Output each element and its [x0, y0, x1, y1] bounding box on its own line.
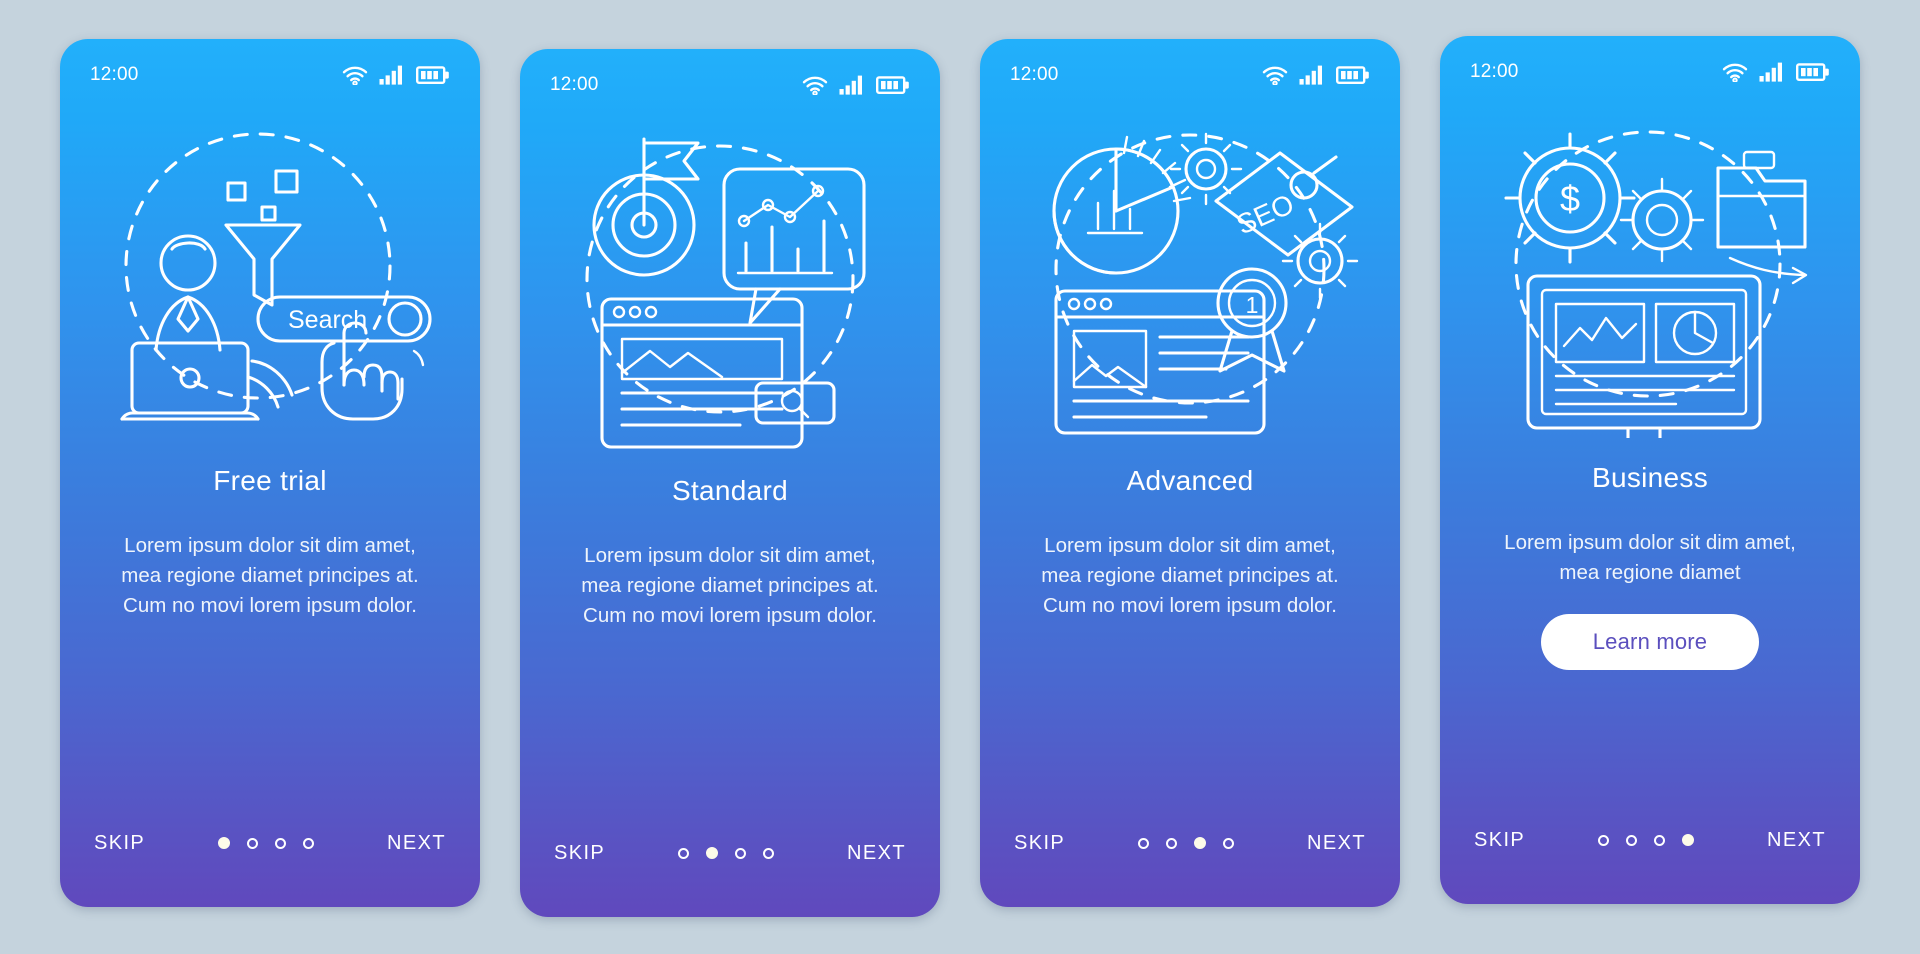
pagination-dot[interactable] [763, 847, 775, 859]
phone-advanced: 12:00 SEO 1 Advanced Lorem ipsum dolor s… [972, 31, 1408, 915]
cellular-signal-icon [839, 75, 862, 95]
text-block: Advanced Lorem ipsum dolor sit dim amet,… [980, 451, 1400, 779]
page-title: Advanced [1126, 465, 1254, 496]
status-bar: 12:00 [60, 39, 480, 97]
page-title: Business [1591, 462, 1708, 493]
pagination-dot[interactable] [218, 837, 231, 849]
pagination-dot[interactable] [1166, 837, 1178, 849]
learn-more-button[interactable]: Learn more [1540, 614, 1760, 670]
battery-icon [876, 76, 909, 94]
footer-nav: SKIP NEXT [520, 789, 940, 917]
illustration-search-label: Search [288, 306, 367, 334]
screen-business: 12:00 $ Business Lorem ipsum dolor sit d… [1440, 36, 1860, 904]
status-icon-group [1722, 62, 1830, 82]
cellular-signal-icon [1759, 62, 1782, 82]
battery-icon [1336, 66, 1369, 84]
footer-nav: SKIP NEXT [980, 779, 1400, 907]
illustration-business-dashboard: $ [1440, 94, 1860, 448]
pagination-dot[interactable] [1138, 837, 1150, 849]
pagination-dot[interactable] [1626, 834, 1638, 846]
wifi-icon [1262, 66, 1288, 85]
page-title: Free trial [213, 465, 327, 496]
illustration-dollar-label: $ [1560, 178, 1580, 219]
cellular-signal-icon [1299, 65, 1322, 85]
next-button[interactable]: NEXT [1767, 829, 1826, 852]
pagination-dots [1138, 837, 1235, 849]
illustration-seo-label: SEO [1232, 188, 1299, 240]
pagination-dots [678, 847, 775, 859]
footer-nav: SKIP NEXT [1440, 776, 1860, 904]
status-icon-group [802, 75, 910, 95]
page-description: Lorem ipsum dolor sit dim amet, mea regi… [581, 544, 879, 627]
status-bar: 12:00 [980, 39, 1400, 97]
page-description: Lorem ipsum dolor sit dim amet, mea regi… [121, 534, 419, 617]
skip-button[interactable]: SKIP [1014, 832, 1065, 855]
wifi-icon [342, 66, 368, 85]
screen-advanced: 12:00 SEO 1 Advanced Lorem ipsum dolor s… [980, 39, 1400, 907]
wifi-icon [1722, 63, 1748, 82]
pagination-dots [218, 837, 315, 849]
page-description: Lorem ipsum dolor sit dim amet, mea regi… [1504, 531, 1796, 584]
screen-standard: 12:00 Standard Lorem ipsum dolor sit dim… [520, 49, 940, 917]
phone-standard: 12:00 Standard Lorem ipsum dolor sit dim… [512, 41, 948, 925]
next-button[interactable]: NEXT [1307, 832, 1366, 855]
text-block: Free trial Lorem ipsum dolor sit dim ame… [60, 451, 480, 779]
wifi-icon [802, 76, 828, 95]
phone-business: 12:00 $ Business Lorem ipsum dolor sit d… [1432, 28, 1868, 912]
status-bar: 12:00 [520, 49, 940, 107]
cellular-signal-icon [379, 65, 402, 85]
battery-icon [416, 66, 449, 84]
phone-free-trial: 12:00 Search Free trial Lorem ipsum dolo… [52, 31, 488, 915]
skip-button[interactable]: SKIP [94, 832, 145, 855]
pagination-dot[interactable] [678, 847, 690, 859]
text-block: Business Lorem ipsum dolor sit dim amet,… [1440, 448, 1860, 776]
text-block: Standard Lorem ipsum dolor sit dim amet,… [520, 461, 940, 789]
pagination-dot[interactable] [1654, 834, 1666, 846]
page-title: Standard [671, 475, 789, 506]
status-clock: 12:00 [550, 74, 599, 95]
onboarding-screens-stage: 12:00 Search Free trial Lorem ipsum dolo… [0, 0, 1920, 954]
pagination-dot[interactable] [275, 837, 287, 849]
pagination-dots [1598, 834, 1695, 846]
pagination-dot[interactable] [1194, 837, 1207, 849]
status-bar: 12:00 [1440, 36, 1860, 94]
next-button[interactable]: NEXT [847, 842, 906, 865]
next-button[interactable]: NEXT [387, 832, 446, 855]
pagination-dot[interactable] [303, 837, 315, 849]
pagination-dot[interactable] [247, 837, 259, 849]
status-clock: 12:00 [1470, 61, 1519, 82]
status-icon-group [1262, 65, 1370, 85]
illustration-badge-number: 1 [1246, 292, 1259, 318]
skip-button[interactable]: SKIP [1474, 829, 1525, 852]
footer-nav: SKIP NEXT [60, 779, 480, 907]
status-clock: 12:00 [90, 64, 139, 85]
illustration-seo-analytics: SEO 1 [980, 97, 1400, 451]
page-description: Lorem ipsum dolor sit dim amet, mea regi… [1041, 534, 1339, 617]
pagination-dot[interactable] [735, 847, 747, 859]
battery-icon [1796, 63, 1829, 81]
illustration-target-chart-browser [520, 107, 940, 461]
pagination-dot[interactable] [1682, 834, 1695, 846]
pagination-dot[interactable] [706, 847, 719, 859]
pagination-dot[interactable] [1223, 837, 1235, 849]
screen-free-trial: 12:00 Search Free trial Lorem ipsum dolo… [60, 39, 480, 907]
status-clock: 12:00 [1010, 64, 1059, 85]
skip-button[interactable]: SKIP [554, 842, 605, 865]
illustration-search-funnel: Search [60, 97, 480, 451]
status-icon-group [342, 65, 450, 85]
pagination-dot[interactable] [1598, 834, 1610, 846]
